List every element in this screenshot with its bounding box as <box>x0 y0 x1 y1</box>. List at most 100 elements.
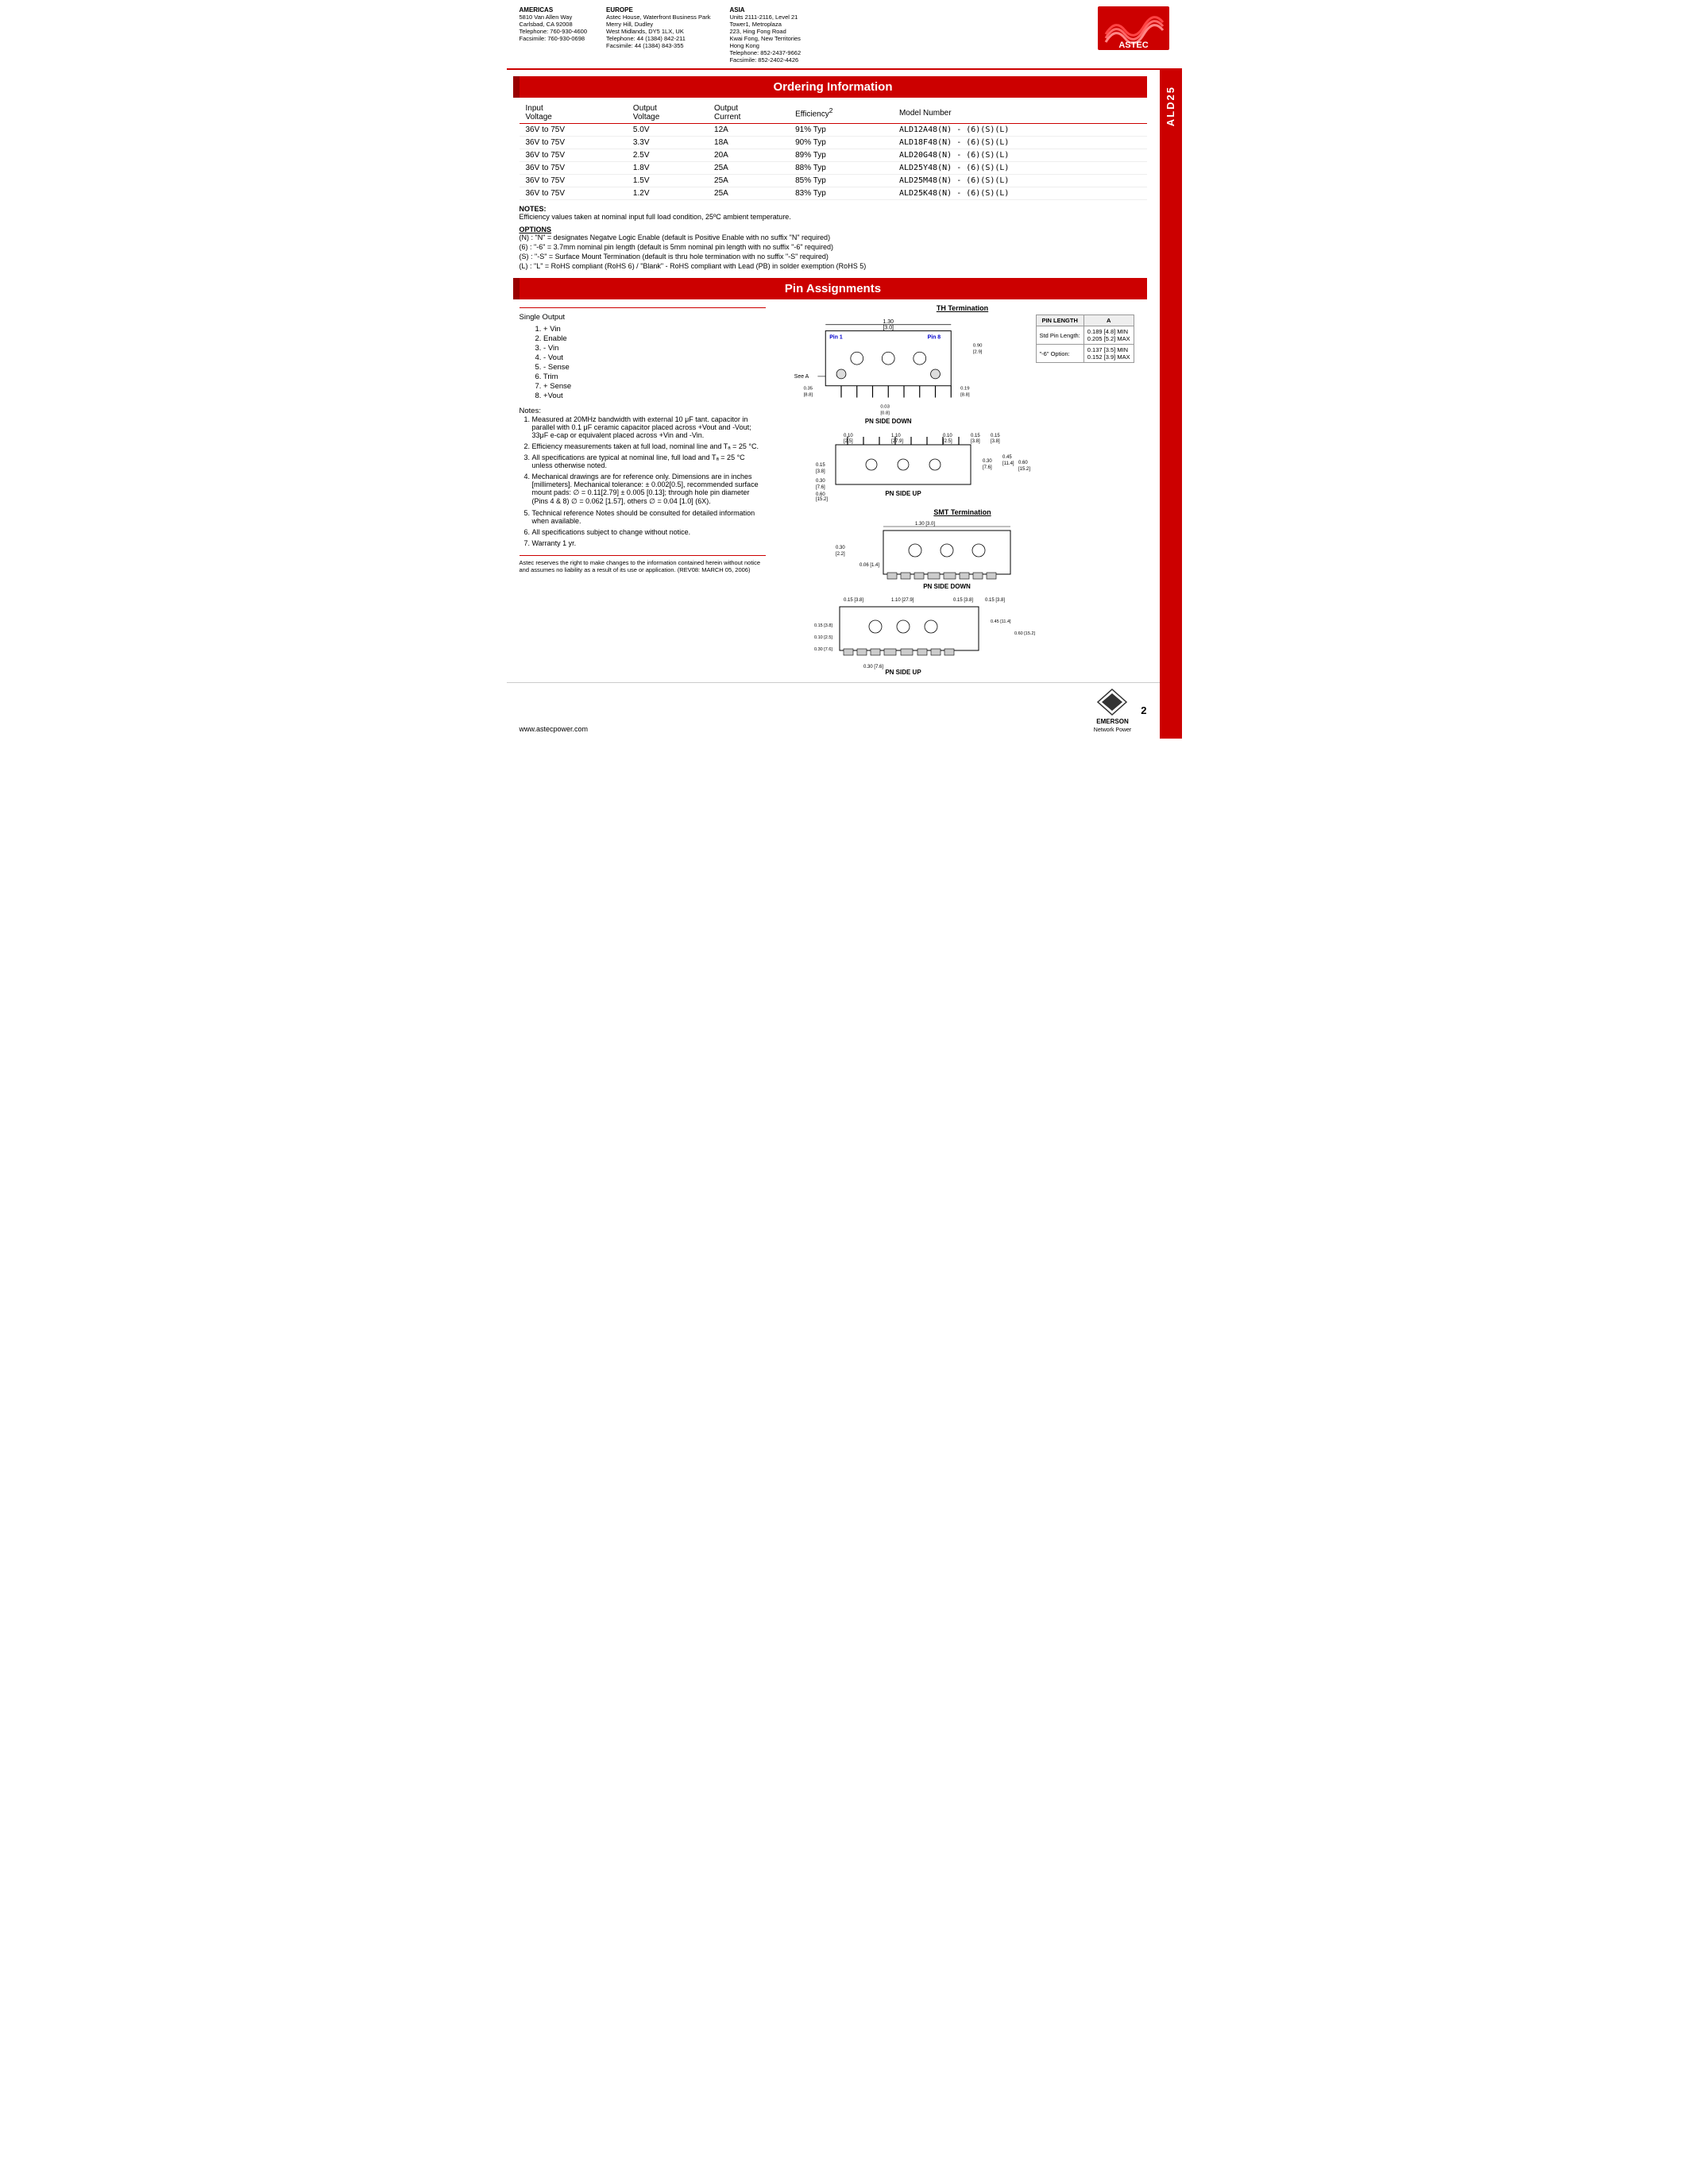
svg-text:[15.2]: [15.2] <box>816 497 828 502</box>
main-content: Ordering Information InputVoltage Output… <box>507 70 1160 739</box>
col-input-voltage: InputVoltage <box>520 102 627 124</box>
svg-text:0.15 [3.8]: 0.15 [3.8] <box>814 623 832 628</box>
list-item: 4. - Vout <box>535 353 766 362</box>
asia-line1: Units 2111-2116, Level 21 <box>729 14 801 21</box>
table-cell: ALD25M48(N) - (6)(S)(L) <box>893 175 1147 187</box>
svg-text:ASTEC: ASTEC <box>1118 41 1148 50</box>
table-cell: 36V to 75V <box>520 149 627 162</box>
std-pin-value: 0.189 [4.8] MIN0.205 [5.2] MAX <box>1083 326 1134 345</box>
europe-line2: Merry Hill, Dudley <box>606 21 710 28</box>
notes-list-pa: Measured at 20MHz bandwidth with externa… <box>532 415 766 547</box>
svg-text:0.10 [2.5]: 0.10 [2.5] <box>814 635 832 640</box>
col-model-number: Model Number <box>893 102 1147 124</box>
table-cell: 36V to 75V <box>520 187 627 200</box>
table-cell: 36V to 75V <box>520 162 627 175</box>
th-pin-side-up-svg: 0.10 [2.5] 1.10 [27.9] 0.10 [2.5] 0.15 [… <box>778 430 1147 502</box>
option-item: (N) : "N" = designates Negatve Logic Ena… <box>520 233 1147 241</box>
svg-text:0.30: 0.30 <box>836 546 845 550</box>
pin-list: 1. + Vin2. Enable3. - Vin4. - Vout5. - S… <box>535 325 766 400</box>
svg-text:0.15 [3.8]: 0.15 [3.8] <box>844 598 863 603</box>
table-cell: 18A <box>708 137 789 149</box>
option-item: (S) : "-S" = Surface Mount Termination (… <box>520 253 1147 260</box>
list-item: All specifications subject to change wit… <box>532 528 766 536</box>
smt-termination-title: SMT Termination <box>778 508 1147 516</box>
europe-line1: Astec House, Waterfront Business Park <box>606 14 710 21</box>
svg-text:0.10: 0.10 <box>943 434 952 438</box>
list-item: 7. + Sense <box>535 382 766 391</box>
svg-text:0.19: 0.19 <box>960 387 970 392</box>
address-block: AMERICAS 5810 Van Allen Way Carlsbad, CA… <box>520 6 802 64</box>
emerson-logo-svg <box>1095 688 1130 716</box>
svg-text:0.30 [7.6]: 0.30 [7.6] <box>814 647 832 652</box>
product-id-sidebar: ALD25 <box>1165 70 1176 134</box>
pin-length-table-area: PIN LENGTH A Std Pin Length: 0.189 [4.8]… <box>1036 314 1147 427</box>
option6-label: "-6" Option: <box>1036 345 1083 363</box>
two-column-layout: Single Output 1. + Vin2. Enable3. - Vin4… <box>520 304 1147 676</box>
americas-label: AMERICAS <box>520 6 588 14</box>
page-number: 2 <box>1141 704 1146 716</box>
svg-text:1.30 [3.0]: 1.30 [3.0] <box>915 522 935 527</box>
americas-line2: Carlsbad, CA 92008 <box>520 21 588 28</box>
svg-text:[0.8]: [0.8] <box>880 411 890 415</box>
pin-length-table: PIN LENGTH A Std Pin Length: 0.189 [4.8]… <box>1036 314 1134 363</box>
page-footer: www.astecpower.com EMERSONNetwork Power … <box>507 682 1160 739</box>
table-cell: 5.0V <box>627 124 708 137</box>
table-cell: 91% Typ <box>789 124 893 137</box>
ordering-section: Ordering Information InputVoltage Output… <box>507 76 1160 270</box>
th-pin-side-down: 1.30 [3.0] Pin 1 Pin 8 <box>778 314 1147 427</box>
table-cell: 2.5V <box>627 149 708 162</box>
svg-text:[2.5]: [2.5] <box>943 439 952 444</box>
svg-text:[2.2]: [2.2] <box>836 552 845 557</box>
asia-address: ASIA Units 2111-2116, Level 21 Tower1, M… <box>729 6 801 64</box>
svg-text:[3.8]: [3.8] <box>816 469 825 474</box>
svg-text:[11.4]: [11.4] <box>1002 461 1014 466</box>
col-output-current: OutputCurrent <box>708 102 789 124</box>
pin-length-col1: PIN LENGTH <box>1036 315 1083 326</box>
list-item: Technical reference Notes should be cons… <box>532 509 766 525</box>
svg-text:0.15 [3.8]: 0.15 [3.8] <box>953 598 973 603</box>
table-cell: 3.3V <box>627 137 708 149</box>
asia-line6: Telephone: 852-2437-9662 <box>729 49 801 56</box>
pin-assignments-header: Pin Assignments <box>520 278 1147 299</box>
th-diagram-svg: 1.30 [3.0] Pin 1 Pin 8 <box>778 314 1029 426</box>
footer-note-text: Astec reserves the right to make changes… <box>520 559 761 573</box>
single-output-label: Single Output <box>520 313 766 322</box>
svg-text:0.15: 0.15 <box>816 463 825 468</box>
svg-text:[8.8]: [8.8] <box>803 393 813 398</box>
table-cell: ALD25Y48(N) - (6)(S)(L) <box>893 162 1147 175</box>
asia-line2: Tower1, Metroplaza <box>729 21 801 28</box>
europe-address: EUROPE Astec House, Waterfront Business … <box>606 6 710 64</box>
svg-text:Pin 8: Pin 8 <box>927 335 941 341</box>
americas-line1: 5810 Van Allen Way <box>520 14 588 21</box>
svg-text:0.15: 0.15 <box>971 434 980 438</box>
col-efficiency: Efficiency2 <box>789 102 893 124</box>
svg-text:0.30 [7.6]: 0.30 [7.6] <box>863 665 883 669</box>
list-item: All specifications are typical at nomina… <box>532 453 766 469</box>
right-sidebar: ALD25 <box>1160 70 1182 739</box>
astec-logo-svg: ASTEC <box>1098 6 1169 50</box>
table-cell: 90% Typ <box>789 137 893 149</box>
svg-text:0.15 [3.8]: 0.15 [3.8] <box>985 598 1005 603</box>
svg-text:0.03: 0.03 <box>880 404 890 409</box>
ordering-title: Ordering Information <box>774 80 893 94</box>
ordering-notes: NOTES: Efficiency values taken at nomina… <box>520 205 1147 221</box>
europe-line3: West Midlands, DY5 1LX, UK <box>606 28 710 35</box>
europe-line5: Facsimile: 44 (1384) 843-355 <box>606 42 710 49</box>
option-item: (L) : "L" = RoHS compliant (RoHS 6) / "B… <box>520 262 1147 270</box>
svg-text:PN SIDE UP: PN SIDE UP <box>885 669 921 674</box>
list-item: 6. Trim <box>535 372 766 381</box>
options-title: OPTIONS <box>520 226 1147 233</box>
footer-note: Astec reserves the right to make changes… <box>520 555 766 573</box>
svg-text:0.30: 0.30 <box>983 459 992 464</box>
table-row: 36V to 75V1.5V25A85% TypALD25M48(N) - (6… <box>520 175 1147 187</box>
svg-text:1.10 [27.9]: 1.10 [27.9] <box>891 598 914 603</box>
svg-text:[2.9]: [2.9] <box>972 349 982 354</box>
smt-pin-side-up-area: 0.15 [3.8] 1.10 [27.9] 0.15 [3.8] 0.15 [… <box>778 595 1147 676</box>
svg-text:0.15: 0.15 <box>991 434 1000 438</box>
table-row: 36V to 75V2.5V20A89% TypALD20G48(N) - (6… <box>520 149 1147 162</box>
svg-text:0.90: 0.90 <box>972 343 982 348</box>
svg-text:0.10: 0.10 <box>844 434 853 438</box>
asia-line5: Hong Kong <box>729 42 801 49</box>
table-cell: 25A <box>708 187 789 200</box>
svg-text:PN SIDE DOWN: PN SIDE DOWN <box>864 418 911 425</box>
